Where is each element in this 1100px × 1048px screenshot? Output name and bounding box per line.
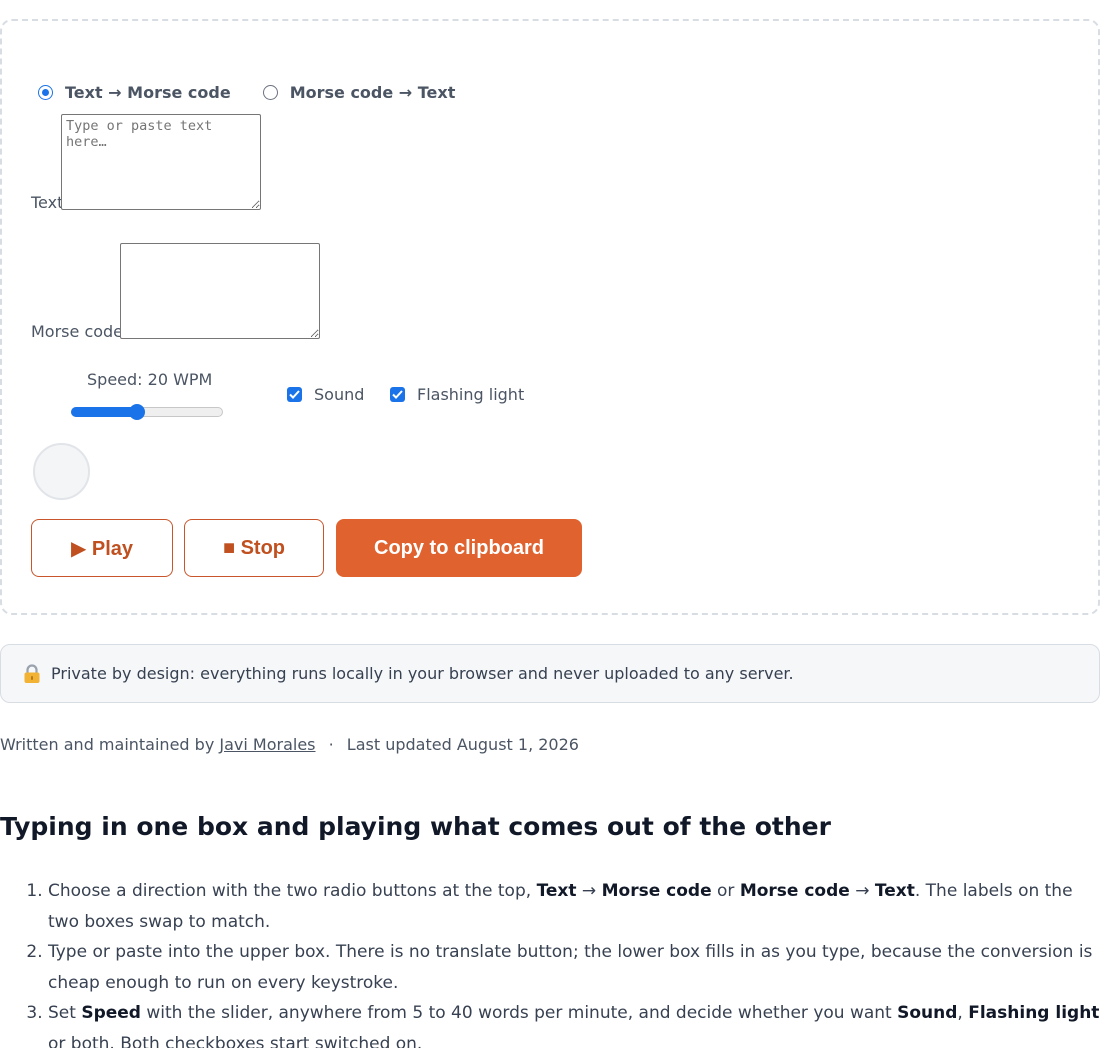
privacy-notice: Private by design: everything runs local…	[0, 644, 1100, 703]
privacy-text: Private by design: everything runs local…	[51, 664, 794, 683]
section-heading: Typing in one box and playing what comes…	[0, 812, 831, 841]
lock-icon	[23, 663, 41, 684]
radio-button-checked[interactable]	[38, 85, 53, 100]
morse-tool-card: Text → Morse code Morse code → Text Text…	[0, 19, 1100, 615]
play-button[interactable]: ▶ Play	[31, 519, 173, 577]
text-input[interactable]	[61, 114, 261, 210]
instructions-list: Choose a direction with the two radio bu…	[0, 876, 1100, 1048]
radio-button[interactable]	[262, 85, 278, 100]
speed-label: Speed: 20 WPM	[87, 370, 213, 389]
list-item: Choose a direction with the two radio bu…	[48, 876, 1100, 937]
author-link[interactable]: Javi Morales	[219, 735, 315, 754]
speed-slider[interactable]	[71, 404, 223, 420]
emphasis-text: Morse code	[739, 881, 850, 901]
checkmark-icon	[289, 390, 300, 399]
direction-option-label: Text → Morse code	[65, 83, 231, 102]
flashing-light-label: Flashing light	[417, 385, 525, 404]
emphasis-text: Text	[874, 881, 915, 901]
direction-option-label: Morse code → Text	[289, 83, 456, 102]
emphasis-text: Morse code	[601, 881, 712, 901]
byline: Written and maintained by Javi Morales ·…	[0, 735, 579, 754]
slider-thumb[interactable]	[129, 404, 146, 420]
emphasis-text: Flashing light	[968, 1003, 1100, 1023]
flashing-light-checkbox[interactable]	[390, 387, 405, 402]
direction-option-text-to-morse[interactable]: Text → Morse code	[38, 83, 231, 102]
flashing-light-checkbox-option[interactable]: Flashing light	[390, 385, 524, 404]
list-item: Type or paste into the upper box. There …	[48, 937, 1100, 998]
sound-checkbox[interactable]	[287, 387, 302, 402]
byline-prefix: Written and maintained by	[0, 735, 215, 754]
sound-checkbox-option[interactable]: Sound	[287, 385, 364, 404]
text-field-label: Text	[31, 193, 64, 212]
stop-button[interactable]: ■ Stop	[184, 519, 324, 577]
emphasis-text: Text	[536, 881, 577, 901]
checkmark-icon	[392, 390, 403, 399]
direction-option-morse-to-text[interactable]: Morse code → Text	[262, 83, 456, 102]
list-item: Set Speed with the slider, anywhere from…	[48, 998, 1100, 1048]
byline-separator: ·	[328, 735, 334, 754]
emphasis-text: Sound	[897, 1003, 958, 1023]
last-updated: Last updated August 1, 2026	[346, 735, 579, 754]
sound-label: Sound	[314, 385, 365, 404]
morse-output[interactable]	[120, 243, 320, 339]
copy-to-clipboard-button[interactable]: Copy to clipboard	[336, 519, 582, 577]
emphasis-text: Speed	[81, 1003, 141, 1023]
flashing-light-indicator	[33, 443, 90, 500]
slider-fill	[71, 407, 138, 417]
morse-field-label: Morse code	[31, 322, 124, 341]
direction-radio-group: Text → Morse code Morse code → Text	[38, 83, 487, 102]
page: Text → Morse code Morse code → Text Text…	[0, 0, 1100, 1048]
